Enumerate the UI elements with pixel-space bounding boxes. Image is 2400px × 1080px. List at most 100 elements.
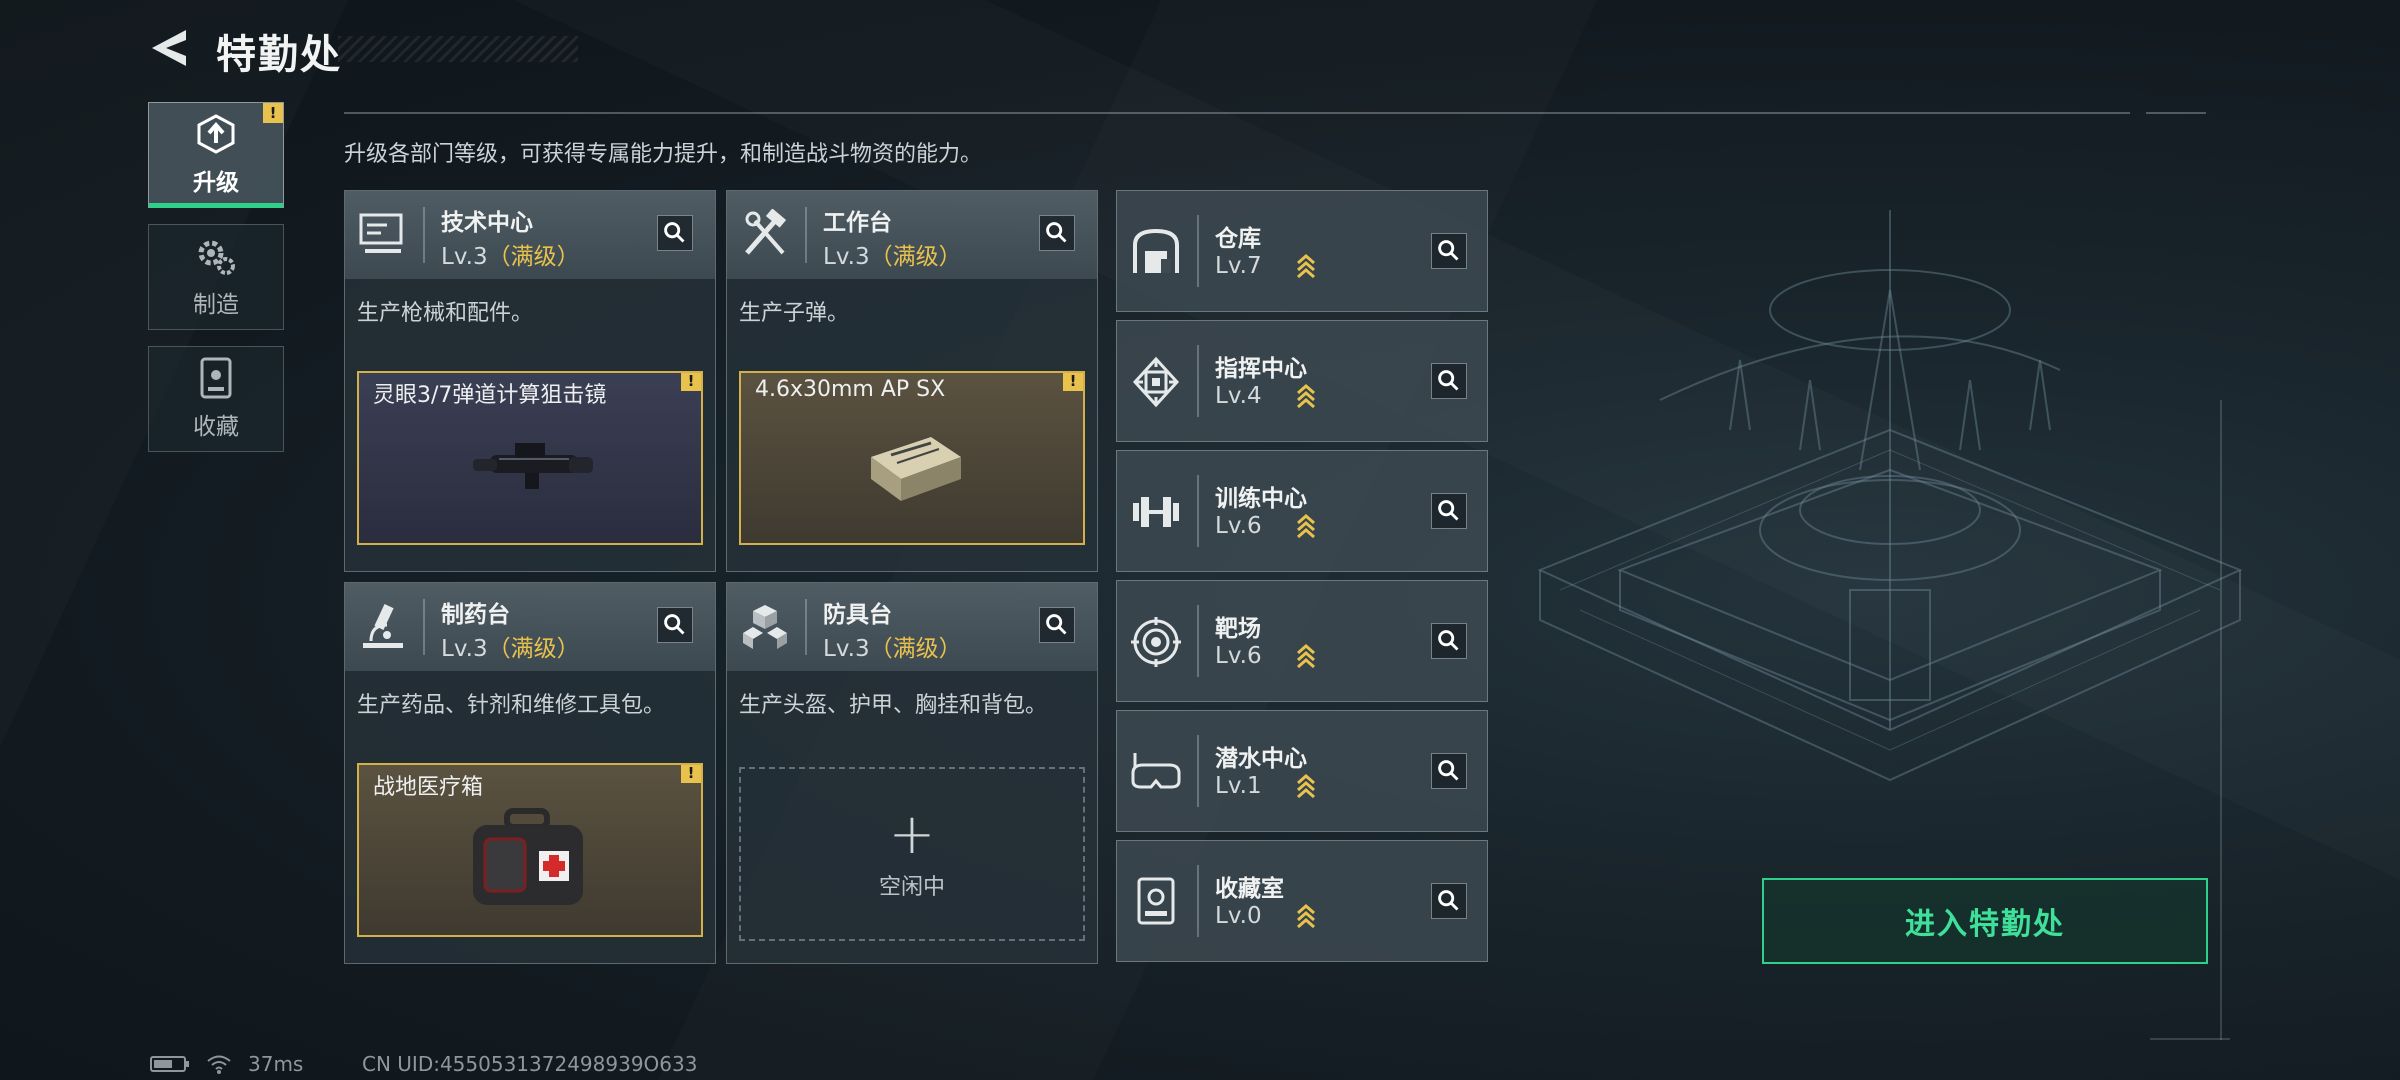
slot-item-name: 灵眼3/7弹道计算狙击镜 [373, 383, 607, 408]
search-icon[interactable] [1431, 753, 1467, 789]
facility-row-training-center[interactable]: 训练中心 Lv.6 [1116, 450, 1488, 572]
divider [1197, 475, 1199, 547]
facility-name: 训练中心 [1215, 486, 1307, 512]
card-level: Lv.3（满级） [441, 237, 580, 271]
level-value: Lv.3 [441, 244, 488, 270]
tab-upgrade[interactable]: 升级 ! [148, 102, 284, 208]
facility-row-command-center[interactable]: 指挥中心 Lv.4 [1116, 320, 1488, 442]
title-hatch-decoration [338, 36, 578, 62]
slot-item-name: 4.6x30mm AP SX [755, 377, 946, 402]
upgrade-arrows-icon [1297, 774, 1315, 799]
page-title: 特勤处 [216, 32, 342, 78]
production-slot[interactable]: 灵眼3/7弹道计算狙击镜 ! [357, 371, 703, 545]
card-description: 生产药品、针剂和维修工具包。 [357, 693, 666, 718]
production-slot[interactable]: 战地医疗箱 ! [357, 763, 703, 937]
divider [1197, 345, 1199, 417]
dumbbell-icon [1133, 497, 1179, 527]
card-header: 防具台 Lv.3（满级） [727, 583, 1097, 671]
upgrade-arrows-icon [1297, 904, 1315, 929]
warehouse-icon [1133, 228, 1179, 273]
search-icon[interactable] [1039, 215, 1075, 251]
warning-badge: ! [681, 765, 701, 783]
chip-icon [1132, 356, 1180, 408]
enter-special-ops-button[interactable]: 进入特勤处 [1762, 878, 2208, 964]
workshop-card-tech-center[interactable]: 技术中心 Lv.3（满级） 生产枪械和配件。 灵眼3/7弹道计算狙击镜 ! [344, 190, 716, 572]
facility-row-diving-center[interactable]: 潜水中心 Lv.1 [1116, 710, 1488, 832]
collection-icon [200, 357, 232, 399]
upgrade-icon [197, 114, 235, 154]
divider [805, 207, 807, 263]
facility-name: 收藏室 [1215, 876, 1284, 902]
card-description: 生产头盔、护甲、胸挂和背包。 [739, 693, 1048, 718]
back-arrow-icon[interactable] [148, 26, 192, 70]
idle-label: 空闲中 [878, 875, 945, 900]
upgrade-arrows-icon [1297, 514, 1315, 539]
workshop-card-pharmacy[interactable]: 制药台 Lv.3（满级） 生产药品、针剂和维修工具包。 战地医疗箱 ! [344, 582, 716, 964]
warning-badge: ! [1063, 373, 1083, 391]
wifi-icon [207, 1055, 231, 1074]
search-icon[interactable] [1431, 493, 1467, 529]
search-icon[interactable] [657, 215, 693, 251]
tab-collection-label: 收藏 [193, 414, 239, 440]
divider [805, 599, 807, 655]
facility-row-shooting-range[interactable]: 靶场 Lv.6 [1116, 580, 1488, 702]
user-id: CN UID:4550531372498939O633 [362, 1052, 698, 1076]
plus-icon: + [888, 802, 936, 867]
search-icon[interactable] [1039, 607, 1075, 643]
facility-level: Lv.1 [1215, 773, 1262, 799]
gears-icon [198, 240, 235, 275]
hud-line [2150, 1038, 2230, 1040]
search-icon[interactable] [657, 607, 693, 643]
workshop-card-workbench[interactable]: 工作台 Lv.3（满级） 生产子弹。 4.6x30mm AP SX ! [726, 190, 1098, 572]
facility-level: Lv.6 [1215, 513, 1262, 539]
top-divider-short [2146, 112, 2206, 114]
diving-mask-icon [1131, 753, 1181, 789]
production-slot[interactable]: 4.6x30mm AP SX ! [739, 371, 1085, 545]
max-level-tag: （满级） [869, 244, 962, 270]
microscope-icon [363, 604, 403, 648]
facility-level: Lv.7 [1215, 253, 1262, 279]
max-level-tag: （满级） [869, 636, 962, 662]
card-title: 工作台 [823, 210, 892, 236]
facility-name: 靶场 [1215, 616, 1261, 642]
tab-collection[interactable]: 收藏 [148, 346, 284, 452]
facility-name: 指挥中心 [1215, 356, 1307, 382]
upgrade-arrows-icon [1297, 384, 1315, 409]
divider [423, 207, 425, 263]
search-icon[interactable] [1431, 623, 1467, 659]
card-level: Lv.3（满级） [441, 629, 580, 663]
medical-kit-image [473, 808, 583, 905]
search-icon[interactable] [1431, 363, 1467, 399]
card-header: 制药台 Lv.3（满级） [345, 583, 715, 671]
target-icon [1131, 617, 1181, 667]
card-title: 防具台 [823, 602, 892, 628]
armor-boxes-icon [743, 605, 787, 649]
max-level-tag: （满级） [487, 244, 580, 270]
card-title: 制药台 [441, 602, 510, 628]
facility-level: Lv.6 [1215, 643, 1262, 669]
max-level-tag: （满级） [487, 636, 580, 662]
divider [423, 599, 425, 655]
tab-craft[interactable]: 制造 [148, 224, 284, 330]
computer-icon [359, 213, 403, 253]
level-value: Lv.3 [441, 636, 488, 662]
workshop-card-armor-bench[interactable]: 防具台 Lv.3（满级） 生产头盔、护甲、胸挂和背包。 + 空闲中 [726, 582, 1098, 964]
card-level: Lv.3（满级） [823, 629, 962, 663]
facility-row-warehouse[interactable]: 仓库 Lv.7 [1116, 190, 1488, 312]
status-bar: 37ms [150, 1052, 303, 1076]
facility-row-collection-room[interactable]: 收藏室 Lv.0 [1116, 840, 1488, 962]
upgrade-arrows-icon [1297, 644, 1315, 669]
tab-craft-label: 制造 [193, 292, 239, 318]
hud-line [2220, 400, 2222, 1040]
search-icon[interactable] [1431, 233, 1467, 269]
divider [1197, 865, 1199, 937]
top-divider [344, 112, 2130, 114]
divider [1197, 605, 1199, 677]
card-description: 生产子弹。 [739, 301, 850, 326]
search-icon[interactable] [1431, 883, 1467, 919]
empty-production-slot[interactable]: + 空闲中 [739, 767, 1085, 941]
warning-badge: ! [263, 103, 283, 123]
slot-item-name: 战地医疗箱 [373, 775, 484, 800]
facility-name: 仓库 [1215, 226, 1261, 252]
facility-level: Lv.4 [1215, 383, 1262, 409]
